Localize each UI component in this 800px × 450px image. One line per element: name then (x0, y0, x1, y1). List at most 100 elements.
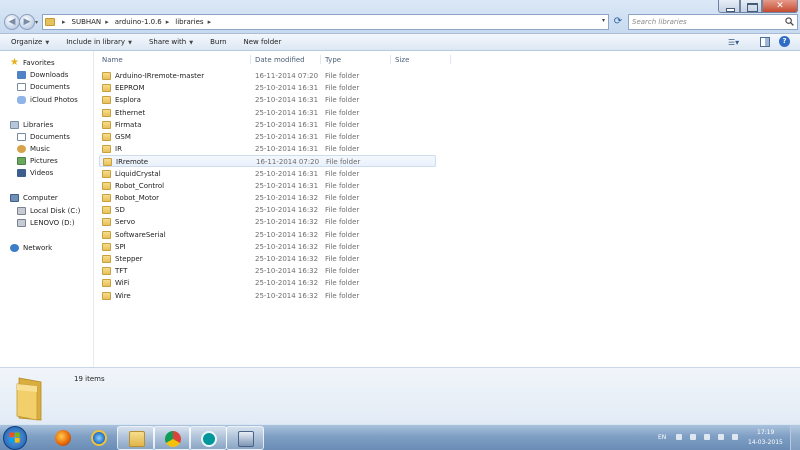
taskbar-chrome[interactable] (153, 426, 191, 450)
nav-item-lenovo-drive[interactable]: LENOVO (D:) (17, 217, 75, 229)
column-divider[interactable] (390, 55, 391, 64)
nav-item-icloud-photos[interactable]: iCloud Photos (17, 94, 78, 106)
file-row[interactable]: Robot_Control 25-10-2014 16:31 File folder (99, 180, 436, 192)
breadcrumb-item[interactable]: SUBHAN (72, 18, 102, 26)
file-row[interactable]: IR 25-10-2014 16:31 File folder (99, 143, 436, 155)
folder-icon (102, 181, 111, 190)
column-header-name[interactable]: Name (102, 56, 123, 64)
network-status-icon[interactable] (718, 434, 724, 440)
nav-computer[interactable]: Computer (10, 192, 58, 204)
taskbar-windows-explorer[interactable] (117, 426, 155, 450)
breadcrumb-item[interactable]: arduino-1.0.6 (115, 18, 162, 26)
nav-libraries[interactable]: Libraries (10, 119, 53, 131)
address-history-dropdown-icon[interactable]: ▾ (602, 17, 605, 24)
nav-item-documents[interactable]: Documents (17, 81, 70, 93)
close-button[interactable]: ✕ (762, 0, 798, 13)
file-row[interactable]: Servo 25-10-2014 16:32 File folder (99, 216, 436, 228)
preview-pane-button[interactable] (760, 37, 770, 47)
file-row[interactable]: Firmata 25-10-2014 16:31 File folder (99, 119, 436, 131)
taskbar-network-printer[interactable] (226, 426, 264, 450)
arrow-right-icon: ▶ (23, 17, 31, 27)
file-row[interactable]: Robot_Motor 25-10-2014 16:32 File folder (99, 192, 436, 204)
chevron-down-icon: ▼ (45, 40, 50, 46)
breadcrumb-separator-icon[interactable]: ▸ (62, 18, 66, 26)
column-header-date-modified[interactable]: Date modified (255, 56, 305, 64)
nav-item-downloads[interactable]: Downloads (17, 69, 68, 81)
search-input[interactable] (629, 15, 777, 29)
start-button[interactable] (3, 426, 27, 450)
file-row[interactable]: TFT 25-10-2014 16:32 File folder (99, 265, 436, 277)
tray-expand-icon[interactable] (676, 434, 682, 440)
file-row[interactable]: SoftwareSerial 25-10-2014 16:32 File folde… (99, 229, 436, 241)
file-row[interactable]: LiquidCrystal 25-10-2014 16:31 File folder (99, 168, 436, 180)
file-row[interactable]: EEPROM 25-10-2014 16:31 File folder (99, 82, 436, 94)
folder-icon (102, 194, 111, 202)
refresh-button[interactable]: ⟳ (611, 15, 625, 29)
search-box[interactable] (628, 14, 798, 30)
power-icon[interactable] (704, 434, 710, 440)
language-indicator[interactable]: EN (658, 434, 666, 441)
share-with-menu[interactable]: Share with ▼ (149, 38, 193, 46)
search-icon[interactable] (785, 17, 794, 26)
show-desktop-button[interactable] (790, 425, 800, 450)
documents-icon (17, 83, 26, 91)
column-divider[interactable] (250, 55, 251, 64)
nav-item-videos[interactable]: Videos (17, 167, 53, 179)
arrow-left-icon: ◀ (8, 17, 16, 27)
file-row[interactable]: Esplora 25-10-2014 16:31 File folder (99, 94, 436, 106)
burn-button[interactable]: Burn (210, 38, 226, 46)
file-name: Ethernet (115, 108, 146, 117)
file-date-modified: 25-10-2014 16:31 (255, 145, 319, 154)
breadcrumb-separator-icon[interactable]: ▸ (105, 18, 109, 26)
file-type: File folder (325, 206, 360, 215)
recent-pages-dropdown[interactable]: ▾ (35, 19, 38, 26)
file-row[interactable]: GSM 25-10-2014 16:31 File folder (99, 131, 436, 143)
chrome-icon (165, 431, 181, 447)
breadcrumb-item[interactable]: libraries (175, 18, 203, 26)
include-in-library-menu[interactable]: Include in library ▼ (66, 38, 132, 46)
windows-explorer-icon (129, 431, 145, 447)
nav-item-library-documents[interactable]: Documents (17, 131, 70, 143)
column-divider[interactable] (320, 55, 321, 64)
breadcrumb-separator-icon[interactable]: ▸ (208, 18, 212, 26)
taskbar-arduino[interactable] (189, 426, 227, 450)
file-type: File folder (325, 145, 360, 154)
file-row[interactable]: Ethernet 25-10-2014 16:31 File folder (99, 107, 436, 119)
file-type: File folder (325, 96, 360, 105)
nav-item-pictures[interactable]: Pictures (17, 155, 58, 167)
file-row[interactable]: Stepper 25-10-2014 16:32 File folder (99, 253, 436, 265)
organize-menu[interactable]: Organize ▼ (11, 38, 49, 46)
file-row[interactable]: Wire 25-10-2014 16:32 File folder (99, 290, 436, 302)
column-header-size[interactable]: Size (395, 56, 409, 64)
taskbar-firefox[interactable] (44, 426, 82, 450)
network-printer-icon (238, 431, 254, 447)
nav-favorites[interactable]: ★ Favorites (10, 57, 55, 69)
file-row[interactable]: SPI 25-10-2014 16:32 File folder (99, 241, 436, 253)
maximize-button[interactable] (740, 0, 762, 13)
network-icon (10, 244, 19, 252)
forward-button[interactable]: ▶ (19, 14, 35, 30)
taskbar-internet-explorer[interactable] (80, 426, 118, 450)
minimize-button[interactable] (718, 0, 740, 13)
column-divider[interactable] (450, 55, 451, 64)
action-center-icon[interactable] (690, 434, 696, 440)
new-folder-button[interactable]: New folder (244, 38, 282, 46)
nav-item-music[interactable]: Music (17, 143, 50, 155)
nav-network[interactable]: Network (10, 242, 52, 254)
volume-icon[interactable] (732, 434, 738, 440)
back-button[interactable]: ◀ (4, 14, 20, 30)
file-row[interactable]: SD 25-10-2014 16:32 File folder (99, 204, 436, 216)
breadcrumb-separator-icon[interactable]: ▸ (166, 18, 170, 26)
column-header-type[interactable]: Type (325, 56, 341, 64)
file-row[interactable]: IRremote 16-11-2014 07:20 File folder (99, 155, 436, 168)
change-view-button[interactable]: ☰▾ (728, 38, 748, 48)
help-button[interactable]: ? (779, 36, 790, 47)
file-type: File folder (325, 194, 360, 202)
clock-time[interactable]: 17:19 (757, 429, 774, 436)
documents-icon (17, 133, 26, 141)
address-bar[interactable]: ▸ SUBHAN ▸ arduino-1.0.6 ▸ libraries ▸ ▾ (42, 14, 609, 30)
clock-date[interactable]: 14-03-2015 (748, 439, 783, 446)
file-row[interactable]: WiFi 25-10-2014 16:32 File folder (99, 277, 436, 289)
file-row[interactable]: Arduino-IRremote-master 16-11-2014 07:20 F… (99, 70, 436, 82)
nav-item-local-disk[interactable]: Local Disk (C:) (17, 205, 80, 217)
